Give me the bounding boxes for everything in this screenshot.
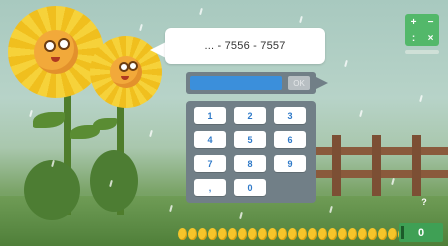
mouth — [51, 57, 60, 62]
gold-coin-icon — [368, 228, 377, 240]
key-3[interactable]: 3 — [274, 107, 306, 124]
fence-post — [372, 135, 381, 197]
answer-row-tail — [316, 77, 328, 89]
sunflower-face — [34, 30, 78, 74]
question-bubble: ... - 7556 - 7557 — [165, 28, 325, 64]
gold-coin-icon — [178, 228, 187, 240]
gold-coin-icon — [328, 228, 337, 240]
gold-coin-icon — [378, 228, 387, 240]
mouth — [121, 76, 129, 80]
rain-drop — [29, 109, 33, 118]
plus-button[interactable]: + — [405, 14, 422, 30]
key-1[interactable]: 1 — [194, 107, 226, 124]
ok-button[interactable]: OK — [288, 76, 310, 90]
rain-drop — [139, 23, 143, 32]
eye — [58, 38, 70, 50]
number-keypad: 1 2 3 4 5 6 7 8 9 , 0 — [186, 101, 316, 203]
score-value: 0 — [417, 226, 425, 239]
key-9[interactable]: 9 — [274, 155, 306, 172]
gold-coin-icon — [278, 228, 287, 240]
gold-coin-icon — [218, 228, 227, 240]
coin-progress — [178, 228, 417, 241]
key-8[interactable]: 8 — [234, 155, 266, 172]
gold-coin-icon — [338, 228, 347, 240]
bush — [24, 160, 80, 220]
key-6[interactable]: 6 — [274, 131, 306, 148]
gold-coin-icon — [258, 228, 267, 240]
key-comma[interactable]: , — [194, 179, 226, 196]
gold-coin-icon — [318, 228, 327, 240]
help-button[interactable]: ? — [418, 196, 430, 208]
controls-bar — [405, 50, 439, 54]
eye — [44, 40, 56, 52]
gold-coin-icon — [348, 228, 357, 240]
minus-button[interactable]: − — [422, 14, 439, 30]
close-button[interactable]: × — [422, 30, 439, 46]
gold-coin-icon — [358, 228, 367, 240]
fence-post — [332, 135, 341, 197]
eye — [128, 61, 138, 71]
rain-drop — [344, 59, 348, 68]
gold-coin-icon — [288, 228, 297, 240]
fence-post — [412, 135, 421, 197]
rain-drop — [419, 94, 423, 103]
sunflower-character — [8, 6, 104, 98]
key-4[interactable]: 4 — [194, 131, 226, 148]
gold-coin-icon — [238, 228, 247, 240]
gold-coin-icon — [228, 228, 237, 240]
gold-coin-icon — [188, 228, 197, 240]
rain-drop — [391, 177, 395, 186]
key-0[interactable]: 0 — [234, 179, 266, 196]
rain-drop — [149, 129, 153, 138]
key-2[interactable]: 2 — [234, 107, 266, 124]
rain-drop — [299, 15, 303, 24]
gold-coin-icon — [298, 228, 307, 240]
leaf — [33, 112, 65, 128]
gold-coin-icon — [308, 228, 317, 240]
score-counter: 0 — [399, 223, 443, 242]
key-7[interactable]: 7 — [194, 155, 226, 172]
key-5[interactable]: 5 — [234, 131, 266, 148]
rain-drop — [359, 109, 363, 118]
bush — [90, 150, 138, 212]
gold-coin-icon — [268, 228, 277, 240]
gold-coin-icon — [248, 228, 257, 240]
gold-coin-icon — [198, 228, 207, 240]
pause-button[interactable]: : — [405, 30, 422, 46]
gold-coin-icon — [388, 228, 397, 240]
question-text: ... - 7556 - 7557 — [204, 40, 286, 52]
game-controls-panel: + − : × — [405, 14, 439, 46]
leaf — [93, 118, 117, 130]
sunflower-face — [110, 56, 142, 88]
gold-coin-icon — [208, 228, 217, 240]
rain-drop — [199, 7, 203, 16]
answer-input[interactable] — [190, 76, 282, 90]
speech-bubble-tail — [150, 42, 166, 58]
